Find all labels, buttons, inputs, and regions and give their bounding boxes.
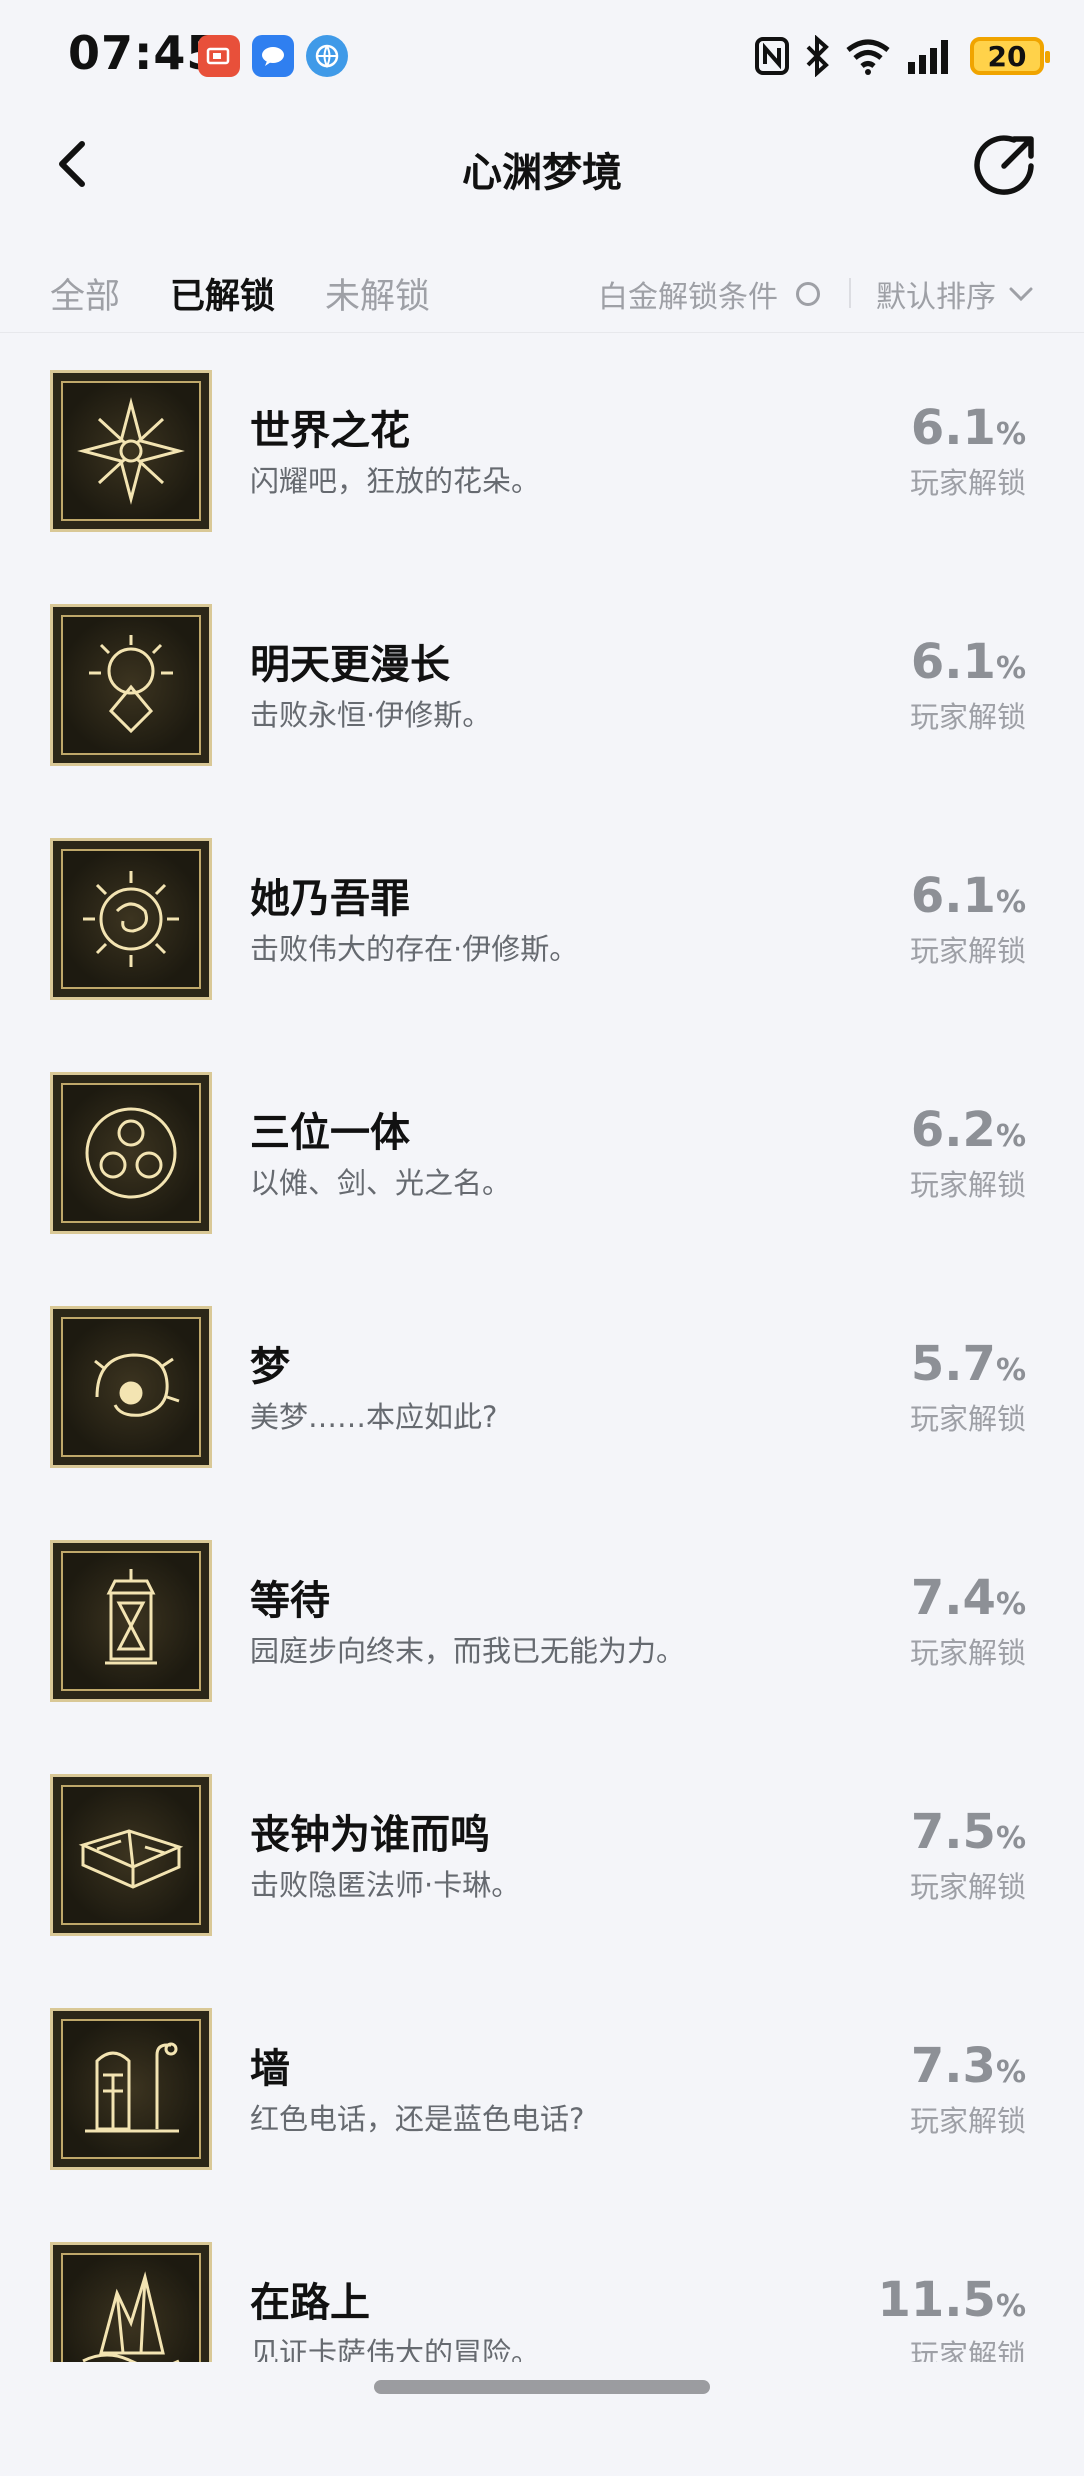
achievement-title: 三位一体 [250,1110,410,1156]
chat-bubble-icon [252,35,294,77]
unlock-stat: 6.1% 玩家解锁 [910,400,1026,502]
unlock-percent: 7.5 [910,1804,996,1860]
header: 心渊梦境 [0,110,1084,220]
chevron-down-icon [1009,287,1033,302]
percent-sign: % [995,2289,1026,2324]
sort-dropdown[interactable]: 默认排序 [876,272,1034,316]
share-icon [974,135,1034,195]
percent-sign: % [995,1587,1026,1622]
percent-sign: % [995,651,1026,686]
achievement-desc: 园庭步向终末，而我已无能为力。 [250,1634,686,1668]
unlock-stat: 5.7% 玩家解锁 [910,1336,1026,1438]
nfc-icon [755,37,789,75]
achievement-item[interactable]: 三位一体 以傩、剑、光之名。 6.2% 玩家解锁 [0,1072,1084,1306]
app-red-icon [198,35,240,77]
achievement-desc: 以傩、剑、光之名。 [250,1166,512,1200]
unlock-label: 玩家解锁 [909,2104,1026,2138]
unlock-stat: 6.2% 玩家解锁 [910,1102,1026,1204]
share-button[interactable] [970,130,1040,200]
unlock-label: 玩家解锁 [909,934,1026,968]
achievement-desc: 闪耀吧，狂放的花朵。 [250,464,541,498]
unlock-stat: 7.5% 玩家解锁 [910,1804,1026,1906]
status-time: 07:45 [68,26,220,80]
achievement-desc: 击败伟大的存在·伊修斯。 [250,932,579,966]
unlock-percent: 5.7 [910,1336,996,1392]
platinum-condition-toggle[interactable]: 白金解锁条件 [598,272,820,316]
sort-label: 默认排序 [876,280,996,315]
achievement-item[interactable]: 明天更漫长 击败永恒·伊修斯。 6.1% 玩家解锁 [0,604,1084,838]
dream-creature-icon [50,1306,212,1468]
platinum-condition-label: 白金解锁条件 [598,280,778,315]
achievement-title: 等待 [250,1578,330,1624]
page-title: 心渊梦境 [462,150,622,196]
achievement-item[interactable]: 墙 红色电话，还是蓝色电话? 7.3% 玩家解锁 [0,2008,1084,2242]
achievement-desc: 红色电话，还是蓝色电话? [250,2102,585,2136]
bluetooth-icon [806,35,829,77]
triskelion-icon [50,1072,212,1234]
percent-sign: % [995,2055,1026,2090]
unlock-stat: 6.1% 玩家解锁 [910,634,1026,736]
divider [849,278,851,308]
compass-icon [306,35,348,77]
unlock-stat: 6.1% 玩家解锁 [910,868,1026,970]
status-right-icons: 20 [754,32,1050,80]
unlock-percent: 6.2 [910,1102,996,1158]
tab-unlocked[interactable]: 已解锁 [170,268,275,319]
achievement-title: 明天更漫长 [250,642,450,688]
unlock-percent: 11.5 [877,2272,996,2328]
unlock-percent: 6.1 [910,868,996,924]
achievement-desc: 击败隐匿法师·卡琳。 [250,1868,521,1902]
achievement-desc: 击败永恒·伊修斯。 [250,698,492,732]
percent-sign: % [995,417,1026,452]
home-indicator[interactable] [374,2380,710,2394]
battery-level: 20 [987,39,1027,73]
achievement-item[interactable]: 她乃吾罪 击败伟大的存在·伊修斯。 6.1% 玩家解锁 [0,838,1084,1072]
unlock-label: 玩家解锁 [909,1168,1026,1202]
percent-sign: % [995,1119,1026,1154]
battery-icon: 20 [970,37,1050,75]
unlock-stat: 7.3% 玩家解锁 [910,2038,1026,2140]
unlock-label: 玩家解锁 [909,1636,1026,1670]
unlock-label: 玩家解锁 [909,1870,1026,1904]
status-bar: 07:45 20 [0,0,1084,110]
radio-icon [796,282,820,306]
open-book-icon [50,1774,212,1936]
sun-swirl-icon [50,838,212,1000]
percent-sign: % [995,1821,1026,1856]
achievement-list: 世界之花 闪耀吧，狂放的花朵。 6.1% 玩家解锁 明天更漫长 击败永恒·伊修斯… [0,370,1084,2476]
achievement-title: 她乃吾罪 [250,876,410,922]
achievement-desc: 美梦……本应如此? [250,1400,498,1434]
unlock-stat: 7.4% 玩家解锁 [910,1570,1026,1672]
percent-sign: % [995,1353,1026,1388]
achievement-title: 墙 [250,2046,290,2092]
unlock-percent: 6.1 [910,634,996,690]
percent-sign: % [995,885,1026,920]
flower-icon [50,370,212,532]
achievement-item[interactable]: 世界之花 闪耀吧，狂放的花朵。 6.1% 玩家解锁 [0,370,1084,604]
tab-all[interactable]: 全部 [50,268,120,319]
filter-bar: 全部 已解锁 未解锁 白金解锁条件 默认排序 [0,250,1084,333]
signal-icon [908,40,948,74]
achievement-title: 世界之花 [250,408,410,454]
unlock-percent: 7.4 [910,1570,996,1626]
achievement-item[interactable]: 梦 美梦……本应如此? 5.7% 玩家解锁 [0,1306,1084,1540]
achievement-item[interactable]: 在路上 见证卡萨伟大的冒险。 11.5% 玩家解锁 [0,2242,1084,2476]
achievement-title: 梦 [250,1344,290,1390]
unlock-label: 玩家解锁 [909,700,1026,734]
lantern-hourglass-icon [50,1540,212,1702]
achievement-item[interactable]: 等待 园庭步向终末，而我已无能为力。 7.4% 玩家解锁 [0,1540,1084,1774]
unlock-percent: 7.3 [910,2038,996,2094]
unlock-label: 玩家解锁 [909,1402,1026,1436]
achievement-item[interactable]: 丧钟为谁而鸣 击败隐匿法师·卡琳。 7.5% 玩家解锁 [0,1774,1084,2008]
achievement-title: 在路上 [250,2280,370,2326]
unlock-stat: 11.5% 玩家解锁 [878,2272,1027,2374]
crown-halo-icon [50,604,212,766]
wifi-icon [846,39,890,75]
unlock-label: 玩家解锁 [909,466,1026,500]
tab-locked[interactable]: 未解锁 [325,268,430,319]
phone-booth-icon [50,2008,212,2170]
achievement-title: 丧钟为谁而鸣 [250,1812,490,1858]
unlock-percent: 6.1 [910,400,996,456]
